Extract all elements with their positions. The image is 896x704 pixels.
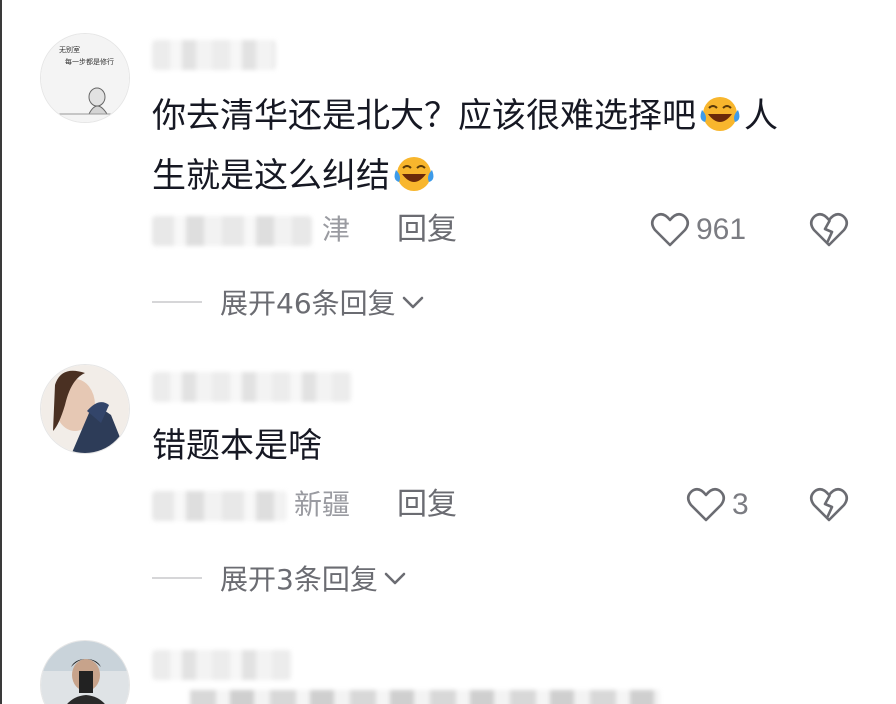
chevron-down-icon [402,296,423,309]
username-blurred[interactable] [152,40,276,70]
avatar-caption-1: 无别室 [59,45,80,54]
location-label: 新疆 [294,488,351,521]
expand-replies-label: 展开46条回复 [220,287,396,320]
reply-button[interactable]: 回复 [397,487,457,523]
divider-line [152,301,202,303]
laughing-tears-emoji-icon [394,157,434,191]
avatar-caption-2: 每一步都是修行 [65,57,114,66]
reply-button[interactable]: 回复 [397,212,457,248]
comment-text-line1: 你去清华还是北大？应该很难选择吧 [152,96,696,136]
comment-text-blurred [190,690,660,704]
avatar-image: 无别室 每一步都是修行 [41,34,129,122]
comment-text: 错题本是啥 [152,426,322,466]
laughing-tears-emoji-icon [700,97,740,131]
username-blurred[interactable] [152,372,352,402]
avatar-image [41,365,129,453]
broken-heart-icon[interactable] [809,210,849,250]
timestamp-blurred [152,491,287,521]
expand-replies-button[interactable]: 展开3条回复 [152,558,408,598]
broken-heart-icon[interactable] [809,485,849,525]
avatar-image [41,641,129,704]
like-button[interactable]: 3 [686,485,749,525]
expand-replies-button[interactable]: 展开46条回复 [152,282,426,322]
timestamp-blurred [152,216,312,246]
location-label: 津 [322,213,351,246]
heart-outline-icon [686,487,726,522]
chevron-down-icon [384,572,406,585]
avatar[interactable]: 无别室 每一步都是修行 [40,33,130,123]
comment-text-line1-end: 人 [744,96,778,136]
heart-outline-icon [650,212,690,247]
window-edge [0,0,2,704]
expand-replies-label: 展开3条回复 [220,563,378,596]
like-button[interactable]: 961 [650,210,746,250]
avatar[interactable] [40,364,130,454]
avatar[interactable] [40,640,130,704]
comment-text-line2: 生就是这么纠结 [152,156,390,196]
comment-meta: 新疆 回复 3 [152,485,852,525]
comment-meta: 津 回复 961 [152,210,852,250]
comment-text: 你去清华还是北大？应该很难选择吧 人 生就是这么纠结 [152,86,852,206]
divider-line [152,577,202,579]
username-blurred[interactable] [152,650,292,680]
like-count: 3 [732,488,749,521]
like-count: 961 [696,213,747,246]
